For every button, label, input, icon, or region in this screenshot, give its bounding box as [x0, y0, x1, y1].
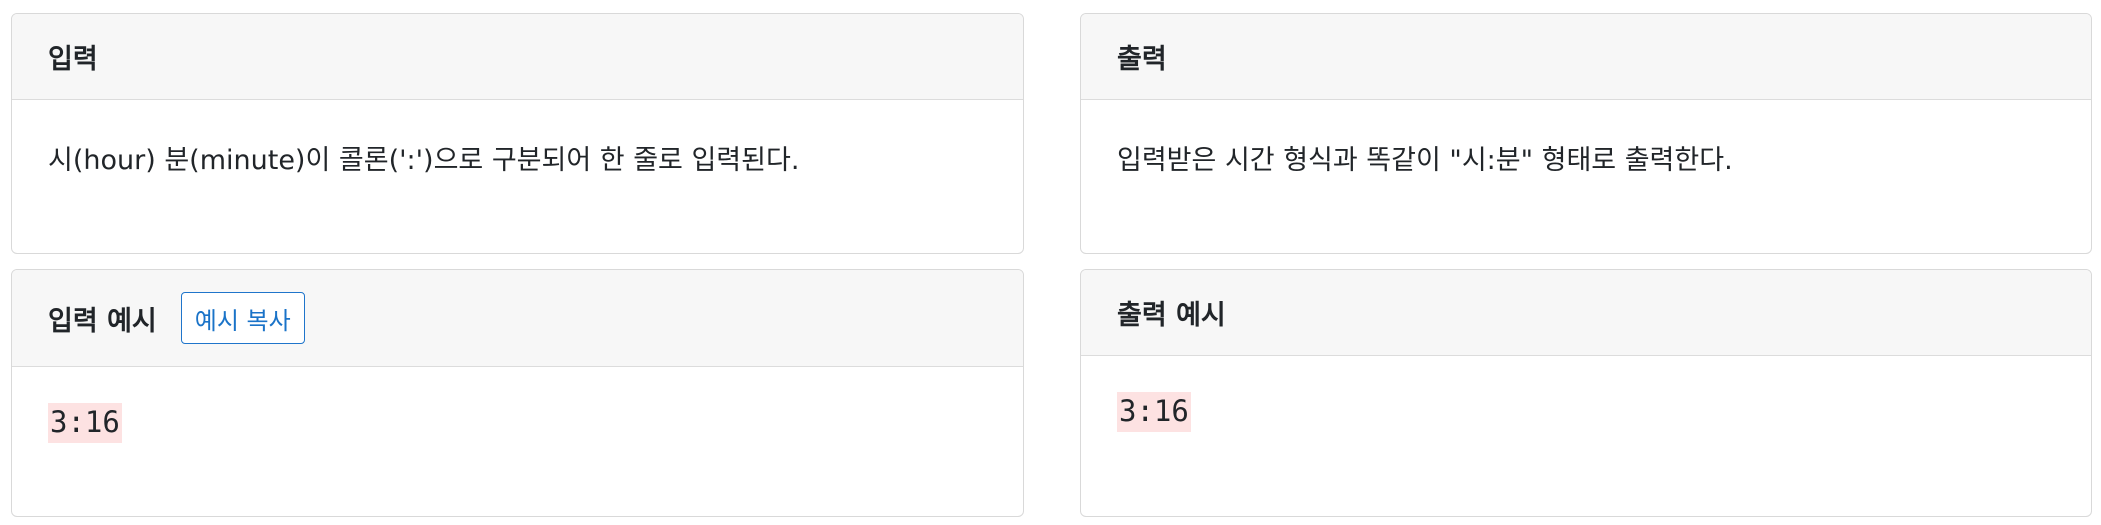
- input-card-body: 시(hour) 분(minute)이 콜론(':')으로 구분되어 한 줄로 입…: [12, 100, 1023, 177]
- copy-sample-button[interactable]: 예시 복사: [180, 292, 305, 344]
- sample-output-card: 출력 예시 3:16: [1080, 269, 2092, 517]
- sample-input-card-header: 입력 예시 예시 복사: [12, 270, 1023, 367]
- input-card: 입력 시(hour) 분(minute)이 콜론(':')으로 구분되어 한 줄…: [11, 13, 1024, 254]
- input-description: 시(hour) 분(minute)이 콜론(':')으로 구분되어 한 줄로 입…: [48, 145, 800, 176]
- output-card-header: 출력: [1081, 14, 2091, 100]
- sample-input-title: 입력 예시: [48, 305, 157, 337]
- problem-io-page: 입력 시(hour) 분(minute)이 콜론(':')으로 구분되어 한 줄…: [0, 0, 2101, 525]
- output-title: 출력: [1117, 44, 1167, 75]
- sample-input-value: 3:16: [48, 403, 122, 443]
- sample-input-card-body: 3:16: [12, 367, 1023, 443]
- output-card: 출력 입력받은 시간 형식과 똑같이 "시:분" 형태로 출력한다.: [1080, 13, 2092, 254]
- sample-output-card-body: 3:16: [1081, 356, 2091, 432]
- input-title: 입력: [48, 44, 98, 75]
- input-card-header: 입력: [12, 14, 1023, 100]
- sample-input-card: 입력 예시 예시 복사 3:16: [11, 269, 1024, 517]
- output-card-body: 입력받은 시간 형식과 똑같이 "시:분" 형태로 출력한다.: [1081, 100, 2091, 177]
- output-description: 입력받은 시간 형식과 똑같이 "시:분" 형태로 출력한다.: [1117, 145, 1733, 176]
- sample-output-title: 출력 예시: [1117, 300, 1226, 331]
- sample-output-value: 3:16: [1117, 392, 1191, 432]
- sample-output-card-header: 출력 예시: [1081, 270, 2091, 356]
